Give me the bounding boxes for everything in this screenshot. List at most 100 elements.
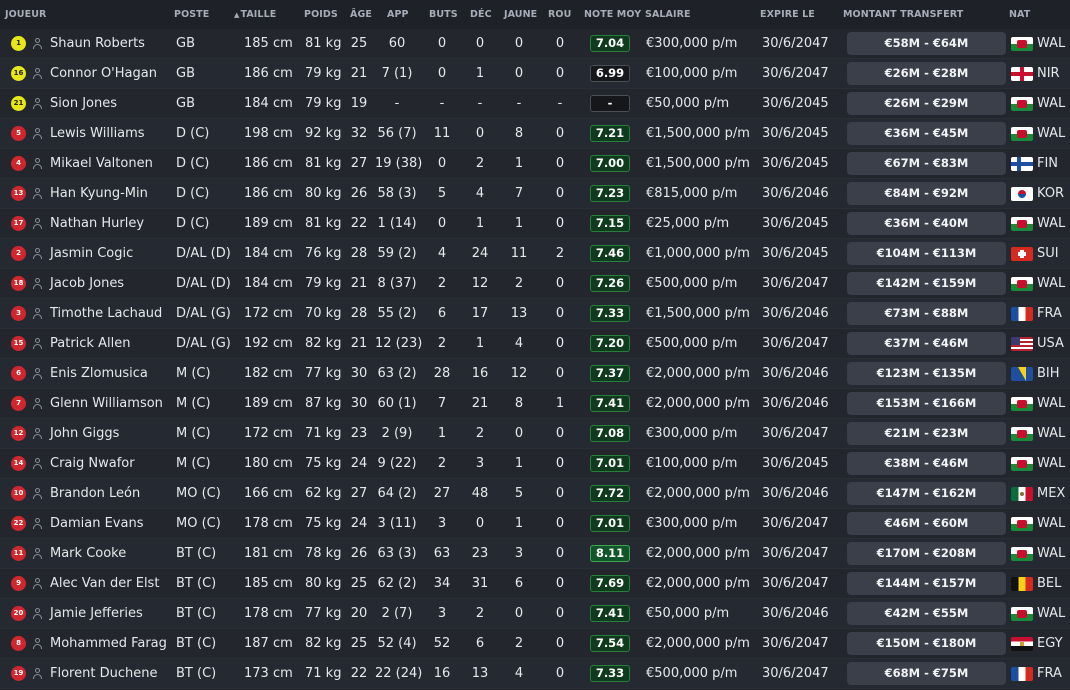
transfer-value-button[interactable]: €73M - €88M <box>847 302 1006 325</box>
col-header-player[interactable]: JOUEUR <box>5 9 46 20</box>
transfer-value-button[interactable]: €67M - €83M <box>847 152 1006 175</box>
player-name-link[interactable]: Sion Jones <box>50 89 117 118</box>
col-header-yellow[interactable]: JAUNE <box>504 9 537 20</box>
player-nationality[interactable]: BEL <box>1037 569 1061 598</box>
player-nationality[interactable]: WAL <box>1037 419 1065 448</box>
player-name-link[interactable]: Jacob Jones <box>50 269 124 298</box>
player-name-link[interactable]: Lewis Williams <box>50 119 145 148</box>
col-header-avg-rating[interactable]: NOTE MOY <box>584 9 641 20</box>
transfer-value-button[interactable]: €123M - €135M <box>847 362 1006 385</box>
player-nationality[interactable]: BIH <box>1037 359 1060 388</box>
transfer-value-button[interactable]: €42M - €55M <box>847 602 1006 625</box>
player-nationality[interactable]: WAL <box>1037 599 1065 628</box>
player-nationality[interactable]: FIN <box>1037 149 1058 178</box>
table-row[interactable]: 5 Lewis Williams D (C) 198 cm 92 kg 32 56 (7) 1… <box>0 119 1070 149</box>
player-name-link[interactable]: Glenn Williamson <box>50 389 163 418</box>
player-name-link[interactable]: Han Kyung-Min <box>50 179 148 208</box>
player-name-link[interactable]: Patrick Allen <box>50 329 130 358</box>
col-header-goals[interactable]: BUTS <box>429 9 458 20</box>
player-name-link[interactable]: Mikael Valtonen <box>50 149 153 178</box>
col-header-nat[interactable]: NAT <box>1009 9 1030 20</box>
table-row[interactable]: 4 Mikael Valtonen D (C) 186 cm 81 kg 27 19 (38… <box>0 149 1070 179</box>
player-nationality[interactable]: SUI <box>1037 239 1059 268</box>
transfer-value-button[interactable]: €147M - €162M <box>847 482 1006 505</box>
player-name-link[interactable]: Timothe Lachaud <box>50 299 162 328</box>
player-name-link[interactable]: Mark Cooke <box>50 539 126 568</box>
col-header-age[interactable]: ÂGE <box>350 9 372 20</box>
col-header-red[interactable]: ROU <box>548 9 571 20</box>
player-name-link[interactable]: Jamie Jefferies <box>50 599 143 628</box>
transfer-value-button[interactable]: €153M - €166M <box>847 392 1006 415</box>
table-row[interactable]: 3 Timothe Lachaud D/AL (G) 172 cm 70 kg 28 55 … <box>0 299 1070 329</box>
transfer-value-button[interactable]: €68M - €75M <box>847 662 1006 685</box>
col-header-transfer[interactable]: MONTANT TRANSFERT <box>843 9 963 20</box>
player-name-link[interactable]: John Giggs <box>50 419 119 448</box>
player-nationality[interactable]: WAL <box>1037 389 1065 418</box>
transfer-value-button[interactable]: €142M - €159M <box>847 272 1006 295</box>
table-row[interactable]: 21 Sion Jones GB 184 cm 79 kg 19 - - - - - €50,000 … <box>0 89 1070 119</box>
player-name-link[interactable]: Jasmin Cogic <box>50 239 133 268</box>
table-row[interactable]: 7 Glenn Williamson M (C) 189 cm 87 kg 30 60 (1… <box>0 389 1070 419</box>
col-header-wage[interactable]: SALAIRE <box>645 9 691 20</box>
table-row[interactable]: 12 John Giggs M (C) 172 cm 71 kg 23 2 (9) 1 2 0 0 €… <box>0 419 1070 449</box>
player-name-link[interactable]: Craig Nwafor <box>50 449 135 478</box>
player-name-link[interactable]: Damian Evans <box>50 509 143 538</box>
transfer-value-button[interactable]: €144M - €157M <box>847 572 1006 595</box>
player-name-link[interactable]: Enis Zlomusica <box>50 359 148 388</box>
table-row[interactable]: 20 Jamie Jefferies BT (C) 178 cm 77 kg 20 2 (7… <box>0 599 1070 629</box>
player-nationality[interactable]: WAL <box>1037 89 1065 118</box>
transfer-value-button[interactable]: €170M - €208M <box>847 542 1006 565</box>
col-header-height[interactable]: ▲TAILLE <box>234 9 276 20</box>
table-row[interactable]: 13 Han Kyung-Min D (C) 186 cm 80 kg 26 58 (3) 5… <box>0 179 1070 209</box>
col-header-expires[interactable]: EXPIRE LE <box>760 9 815 20</box>
transfer-value-button[interactable]: €36M - €40M <box>847 212 1006 235</box>
transfer-value-button[interactable]: €84M - €92M <box>847 182 1006 205</box>
player-nationality[interactable]: FRA <box>1037 299 1062 328</box>
table-row[interactable]: 2 Jasmin Cogic D/AL (D) 184 cm 76 kg 28 59 (2)… <box>0 239 1070 269</box>
player-nationality[interactable]: WAL <box>1037 29 1065 58</box>
transfer-value-button[interactable]: €150M - €180M <box>847 632 1006 655</box>
player-name-link[interactable]: Florent Duchene <box>50 659 157 688</box>
transfer-value-button[interactable]: €58M - €64M <box>847 32 1006 55</box>
player-nationality[interactable]: EGY <box>1037 629 1063 658</box>
table-row[interactable]: 19 Florent Duchene BT (C) 173 cm 71 kg 22 22 (… <box>0 659 1070 689</box>
player-nationality[interactable]: WAL <box>1037 449 1065 478</box>
transfer-value-button[interactable]: €36M - €45M <box>847 122 1006 145</box>
transfer-value-button[interactable]: €26M - €29M <box>847 92 1006 115</box>
table-row[interactable]: 9 Alec Van der Elst BT (C) 185 cm 80 kg 25 62 … <box>0 569 1070 599</box>
player-name-link[interactable]: Connor O'Hagan <box>50 59 157 88</box>
table-row[interactable]: 6 Enis Zlomusica M (C) 182 cm 77 kg 30 63 (2) 2… <box>0 359 1070 389</box>
table-row[interactable]: 16 Connor O'Hagan GB 186 cm 79 kg 21 7 (1) 0 1 0 0… <box>0 59 1070 89</box>
player-name-link[interactable]: Nathan Hurley <box>50 209 144 238</box>
table-row[interactable]: 14 Craig Nwafor M (C) 180 cm 75 kg 24 9 (22) 2 3… <box>0 449 1070 479</box>
transfer-value-button[interactable]: €104M - €113M <box>847 242 1006 265</box>
player-nationality[interactable]: WAL <box>1037 209 1065 238</box>
player-nationality[interactable]: KOR <box>1037 179 1064 208</box>
transfer-value-button[interactable]: €38M - €46M <box>847 452 1006 475</box>
player-nationality[interactable]: WAL <box>1037 119 1065 148</box>
table-row[interactable]: 15 Patrick Allen D/AL (G) 192 cm 82 kg 21 12 (… <box>0 329 1070 359</box>
player-nationality[interactable]: WAL <box>1037 269 1065 298</box>
table-row[interactable]: 10 Brandon León MO (C) 166 cm 62 kg 27 64 (2) 2… <box>0 479 1070 509</box>
player-nationality[interactable]: MEX <box>1037 479 1065 508</box>
player-nationality[interactable]: FRA <box>1037 659 1062 688</box>
transfer-value-button[interactable]: €26M - €28M <box>847 62 1006 85</box>
player-nationality[interactable]: WAL <box>1037 509 1065 538</box>
player-nationality[interactable]: NIR <box>1037 59 1060 88</box>
table-row[interactable]: 1 Shaun Roberts GB 185 cm 81 kg 25 60 0 0 0 0 €300,… <box>0 29 1070 59</box>
table-row[interactable]: 8 Mohammed Farag BT (C) 187 cm 82 kg 25 52 (4)… <box>0 629 1070 659</box>
table-row[interactable]: 17 Nathan Hurley D (C) 189 cm 81 kg 22 1 (14) 0… <box>0 209 1070 239</box>
table-row[interactable]: 18 Jacob Jones D/AL (D) 184 cm 79 kg 21 8 (37)… <box>0 269 1070 299</box>
player-nationality[interactable]: WAL <box>1037 539 1065 568</box>
player-name-link[interactable]: Alec Van der Elst <box>50 569 159 598</box>
transfer-value-button[interactable]: €46M - €60M <box>847 512 1006 535</box>
transfer-value-button[interactable]: €21M - €23M <box>847 422 1006 445</box>
player-name-link[interactable]: Mohammed Farag <box>50 629 167 658</box>
col-header-weight[interactable]: POIDS <box>304 9 338 20</box>
player-name-link[interactable]: Shaun Roberts <box>50 29 145 58</box>
player-nationality[interactable]: USA <box>1037 329 1064 358</box>
col-header-apps[interactable]: APP <box>387 9 409 20</box>
table-row[interactable]: 22 Damian Evans MO (C) 178 cm 75 kg 24 3 (11) 3… <box>0 509 1070 539</box>
transfer-value-button[interactable]: €37M - €46M <box>847 332 1006 355</box>
table-row[interactable]: 11 Mark Cooke BT (C) 181 cm 78 kg 26 63 (3) 63 2… <box>0 539 1070 569</box>
